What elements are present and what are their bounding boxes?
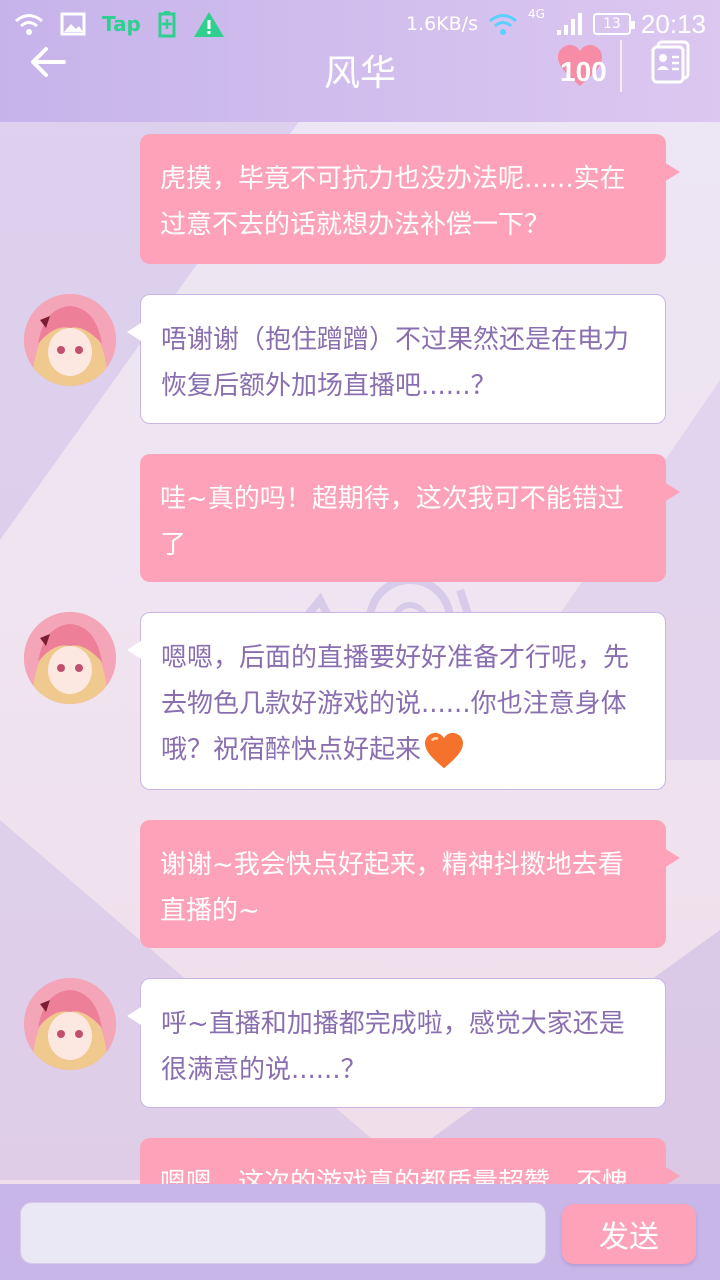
back-arrow-icon[interactable] — [28, 44, 68, 80]
avatar[interactable] — [24, 612, 116, 704]
affection-badge[interactable]: 100 — [548, 44, 620, 96]
character-avatar-icon — [24, 978, 116, 1070]
incoming-message-text: 嗯嗯，后面的直播要好好准备才行呢，先去物色几款好游戏的说......你也注意身体… — [161, 643, 630, 765]
gallery-icon — [60, 12, 86, 36]
warning-icon — [193, 12, 224, 37]
status-time: 20:13 — [640, 8, 706, 39]
outgoing-message: 虎摸，毕竟不可抗力也没办法呢......实在过意不去的话就想办法补偿一下？ — [140, 134, 680, 264]
status-bar: Tap 1.6KB/s 4G 13 20:13 — [0, 0, 720, 48]
network-type: 4G — [527, 7, 545, 21]
character-avatar-icon — [24, 612, 116, 704]
header-divider — [620, 40, 622, 92]
contact-card-icon[interactable] — [650, 40, 692, 84]
cell-signal-icon — [556, 13, 582, 35]
outgoing-message: 谢谢~我会快点好起来，精神抖擞地去看直播的~ — [140, 820, 680, 948]
character-avatar-icon — [24, 294, 116, 386]
incoming-message: 唔谢谢（抱住蹭蹭）不过果然还是在电力恢复后额外加场直播吧......？ — [127, 294, 666, 424]
wifi-icon — [15, 14, 43, 35]
chat-area[interactable]: 虎摸，毕竟不可抗力也没办法呢......实在过意不去的话就想办法补偿一下？ 唔谢… — [0, 122, 720, 1184]
message-input[interactable] — [20, 1202, 546, 1264]
input-bar: 发送 — [0, 1184, 720, 1280]
wifi-signal-icon — [489, 14, 517, 35]
heart-icon — [425, 732, 464, 768]
tap-app-icon: Tap — [102, 12, 141, 36]
send-button[interactable]: 发送 — [562, 1204, 696, 1264]
outgoing-message: 哇~真的吗！超期待，这次我可不能错过了 — [140, 454, 680, 582]
battery-charging-icon — [158, 11, 176, 38]
network-speed: 1.6KB/s — [405, 13, 478, 35]
avatar[interactable] — [24, 294, 116, 386]
incoming-message: 呼~直播和加播都完成啦，感觉大家还是很满意的说......？ — [127, 978, 666, 1108]
outgoing-message: 嗯嗯，这次的游戏真的都质量超赞，不愧 — [140, 1138, 680, 1184]
battery-indicator: 13 — [592, 13, 635, 35]
affection-count: 100 — [560, 56, 607, 87]
avatar[interactable] — [24, 978, 116, 1070]
incoming-message: 嗯嗯，后面的直播要好好准备才行呢，先去物色几款好游戏的说......你也注意身体… — [127, 612, 666, 790]
